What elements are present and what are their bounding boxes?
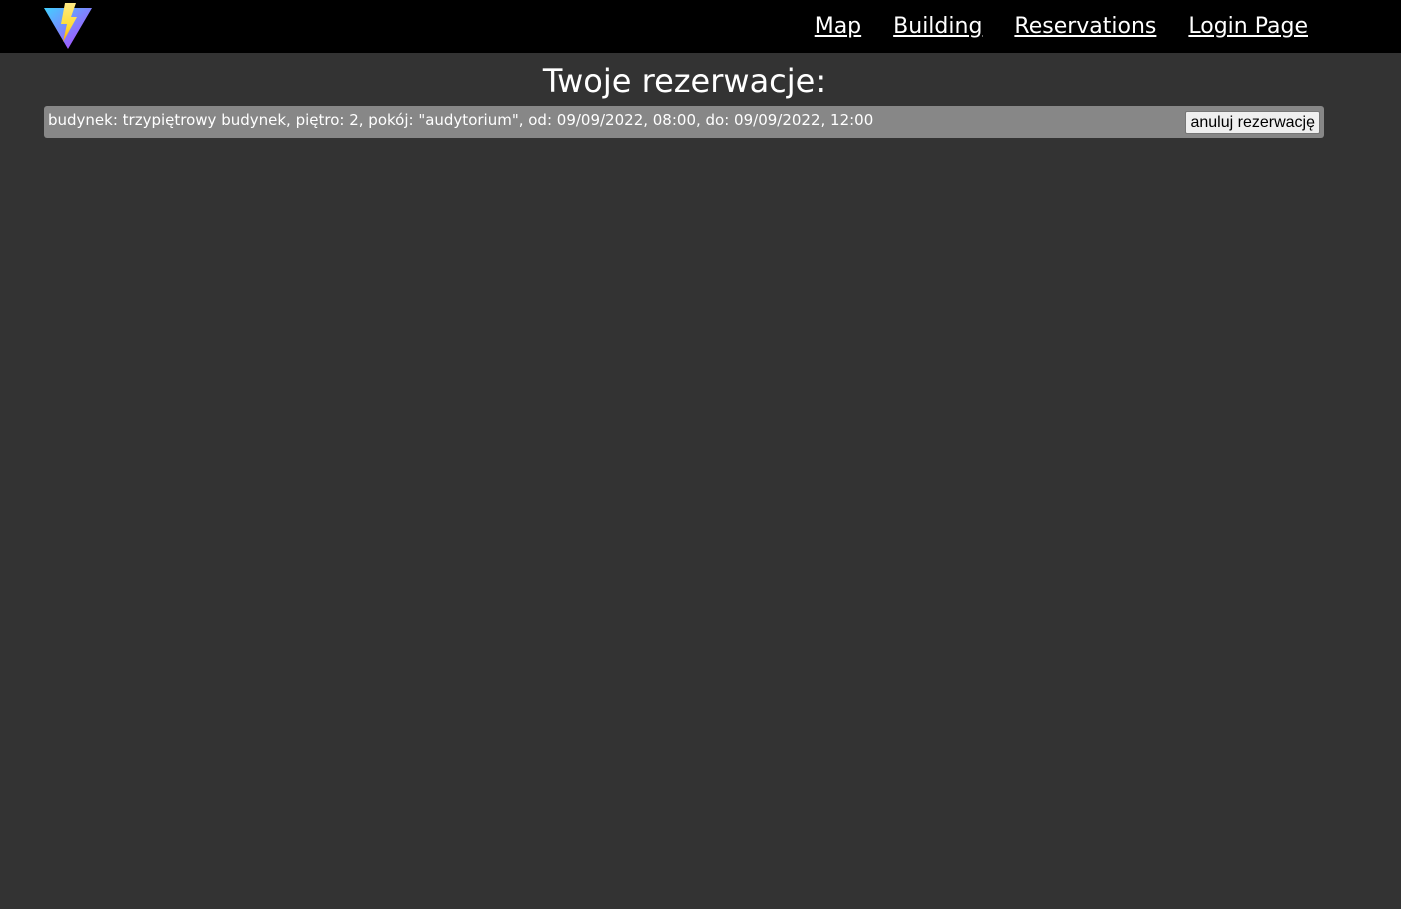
main-nav: Map Building Reservations Login Page <box>815 0 1308 53</box>
vite-logo-icon[interactable] <box>43 2 93 50</box>
nav-link-map[interactable]: Map <box>815 15 861 38</box>
reservation-item: budynek: trzypiętrowy budynek, piętro: 2… <box>44 106 1324 138</box>
page-title: Twoje rezerwacje: <box>542 62 827 100</box>
top-navbar: Map Building Reservations Login Page <box>0 0 1401 53</box>
nav-link-reservations[interactable]: Reservations <box>1014 15 1156 38</box>
reservation-list: budynek: trzypiętrowy budynek, piętro: 2… <box>44 106 1324 138</box>
cancel-reservation-button[interactable]: anuluj rezerwację <box>1185 111 1320 134</box>
nav-link-login-page[interactable]: Login Page <box>1188 15 1308 38</box>
reservation-details: budynek: trzypiętrowy budynek, piętro: 2… <box>48 111 874 129</box>
nav-link-building[interactable]: Building <box>893 15 982 38</box>
